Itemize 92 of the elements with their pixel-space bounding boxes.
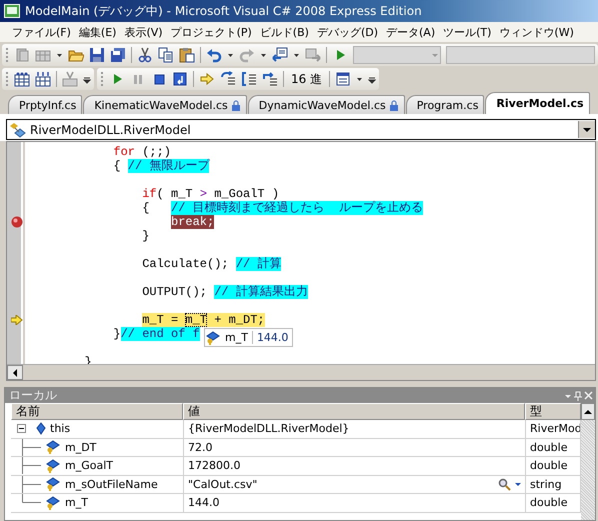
horizontal-scrollbar[interactable] — [7, 364, 595, 380]
toolbar-grip-icon[interactable] — [100, 70, 104, 88]
value-cell: 144.0 — [184, 494, 526, 512]
menu-item[interactable]: ファイル(F) — [8, 24, 75, 40]
code-line: } — [142, 229, 150, 243]
menu-item[interactable]: プロジェクト(P) — [166, 24, 256, 40]
caret-icon[interactable] — [227, 52, 234, 58]
save-icon[interactable] — [89, 47, 105, 63]
menu-item[interactable]: ビルド(B) — [256, 24, 313, 40]
code-line: }// end of f — [113, 327, 200, 341]
value-cell: 72.0 — [184, 438, 526, 456]
caret-icon[interactable] — [583, 128, 591, 132]
minus-icon[interactable] — [17, 424, 26, 434]
field-icon — [205, 330, 221, 346]
field-icon — [45, 439, 61, 456]
magnifier-icon[interactable] — [498, 478, 511, 491]
navigate-forward-icon[interactable] — [305, 47, 321, 63]
scissors-icon[interactable] — [137, 47, 153, 63]
tree-line — [22, 476, 41, 492]
vertical-scrollbar[interactable] — [581, 403, 595, 520]
file-tab[interactable]: Program.cs — [406, 95, 484, 114]
breakpoints-icon[interactable] — [35, 71, 51, 87]
document-icon[interactable] — [14, 47, 30, 63]
menu-item[interactable]: ウィンドウ(W) — [495, 24, 578, 40]
tree-line — [22, 457, 41, 474]
value-cell: "CalOut.csv" — [184, 476, 526, 493]
code-line: OUTPUT(); // 計算結果出力 — [142, 285, 308, 299]
variable-name: m_T — [224, 331, 249, 344]
menu-item[interactable]: 表示(V) — [120, 24, 167, 40]
lock-icon — [230, 100, 241, 110]
name-cell: m_GoalT — [65, 459, 113, 472]
field-icon — [45, 494, 61, 511]
column-header[interactable]: 名前 — [11, 403, 183, 420]
left-arrow-icon[interactable] — [13, 368, 17, 376]
caret-icon[interactable] — [515, 482, 521, 486]
step-into-icon[interactable] — [220, 71, 236, 87]
pin-icon[interactable] — [573, 390, 583, 402]
field-icon — [45, 476, 61, 492]
code-line: for (;;) — [113, 145, 172, 159]
window-title: ModelMain (デバッグ中) - Microsoft Visual C# 2008 Express Edition — [25, 2, 422, 20]
toolbar-grip-icon[interactable] — [5, 46, 9, 64]
menu-item[interactable]: 編集(E) — [74, 24, 120, 40]
menu-item[interactable]: デバッグ(D) — [312, 24, 382, 40]
save-all-icon[interactable] — [110, 47, 126, 63]
close-icon[interactable] — [583, 390, 595, 402]
value-cell: {RiverModelDLL.RiverModel} — [184, 420, 526, 438]
menu-item[interactable]: データ(A) — [382, 24, 440, 40]
tree-line — [22, 438, 41, 456]
lock-icon — [388, 100, 399, 110]
delete-icon[interactable] — [62, 71, 78, 87]
step-over-icon[interactable] — [241, 71, 257, 87]
file-tab[interactable]: RiverModel.cs — [485, 92, 590, 114]
caret-icon[interactable] — [293, 52, 300, 58]
value-cell: 172800.0 — [184, 457, 526, 474]
window-icon[interactable] — [335, 71, 352, 87]
tree-line — [22, 494, 41, 503]
class-icon — [10, 122, 26, 138]
field-icon — [45, 458, 61, 474]
class-dropdown[interactable]: RiverModelDLL.RiverModel — [6, 119, 596, 140]
name-cell: m_sOutFileName — [65, 478, 158, 491]
file-tab[interactable]: KinematicWaveModel.cs — [83, 95, 247, 114]
caret-icon[interactable] — [56, 52, 63, 58]
paste-icon[interactable] — [179, 47, 195, 63]
name-cell: this — [11, 420, 184, 438]
name-cell: m_T — [65, 496, 88, 510]
toolbar-grip-icon[interactable] — [5, 70, 9, 88]
object-icon — [36, 422, 46, 436]
variable-value[interactable]: 144.0 — [252, 331, 292, 344]
code-line: m_T = m_T + m_DT; — [142, 313, 265, 327]
code-line: { // 目標時刻まで経過したら ループを止める — [142, 201, 424, 215]
hex-button[interactable]: 16 進 — [289, 70, 324, 88]
file-tab[interactable]: PrptyInf.cs — [8, 95, 82, 114]
panel-title: ローカル — [9, 388, 58, 404]
menu-item[interactable]: ツール(T) — [439, 24, 496, 40]
arrow-icon[interactable] — [199, 71, 215, 87]
breakpoints-icon[interactable] — [14, 71, 30, 87]
breakpoint-icon[interactable] — [11, 216, 23, 228]
app-icon — [4, 4, 20, 18]
code-line: if( m_T > m_GoalT ) — [142, 187, 280, 201]
column-header[interactable]: 値 — [183, 403, 525, 420]
navigate-icon[interactable] — [272, 47, 288, 63]
code-line: Calculate(); // 計算 — [142, 257, 282, 271]
step-out-icon[interactable] — [262, 71, 278, 87]
name-cell: m_DT — [65, 440, 96, 454]
caret-icon[interactable] — [356, 76, 364, 82]
restart-icon[interactable] — [172, 71, 188, 87]
copy-icon[interactable] — [158, 47, 174, 63]
column-header[interactable]: 型 — [525, 403, 581, 420]
up-arrow-icon[interactable] — [584, 410, 592, 414]
file-tab[interactable]: DynamicWaveModel.cs — [248, 95, 405, 114]
caret-icon[interactable] — [260, 52, 267, 58]
undo-icon[interactable] — [206, 47, 222, 63]
